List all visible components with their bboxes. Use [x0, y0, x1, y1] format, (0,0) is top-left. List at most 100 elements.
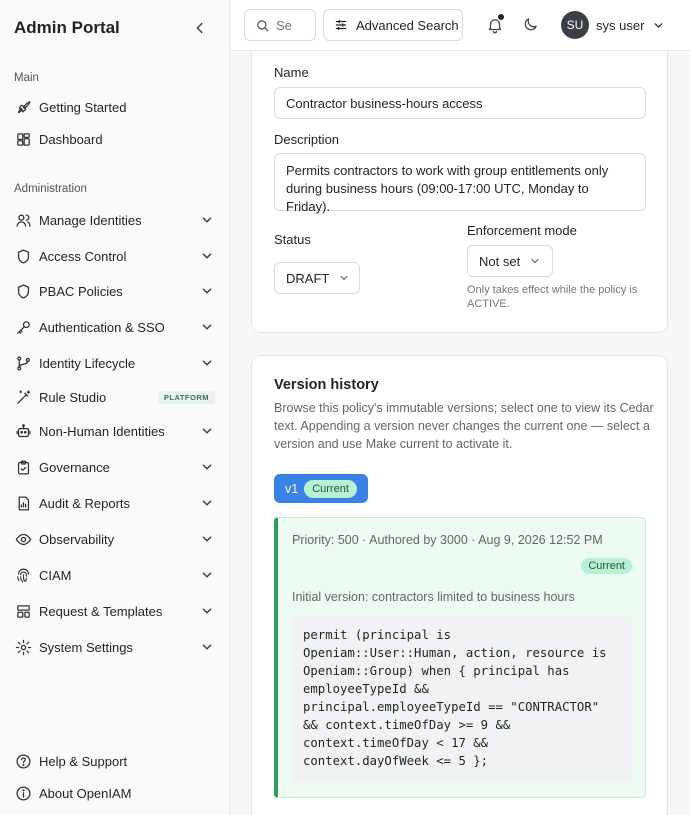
sidebar-item-observability[interactable]: Observability — [14, 525, 218, 553]
version-detail-panel: Priority: 500 · Authored by 3000 · Aug 9… — [274, 517, 646, 798]
sidebar-item-label: Manage Identities — [39, 212, 142, 228]
sidebar-item-label: Dashboard — [39, 131, 103, 147]
info-icon — [14, 784, 32, 802]
chevron-down-icon — [654, 22, 663, 28]
robot-icon — [14, 422, 32, 440]
status-select[interactable]: DRAFT — [274, 262, 360, 294]
search-icon — [257, 19, 269, 31]
sidebar-item-non-human-identities[interactable]: Non-Human Identities — [14, 417, 218, 445]
user-name: sys user — [596, 17, 645, 33]
sidebar-item-audit-reports[interactable]: Audit & Reports — [14, 489, 218, 517]
platform-badge: PLATFORM — [157, 390, 215, 404]
sidebar-item-manage-identities[interactable]: Manage Identities — [14, 206, 218, 234]
version-history-card: Version history Browse this policy's imm… — [251, 355, 668, 815]
sliders-icon — [335, 19, 347, 31]
rocket-icon — [14, 98, 32, 116]
sidebar-item-request-templates[interactable]: Request & Templates — [14, 597, 218, 625]
section-label-main: Main — [14, 72, 39, 84]
eye-icon — [14, 530, 32, 548]
sidebar-item-identity-lifecycle[interactable]: Identity Lifecycle — [14, 349, 218, 377]
collapse-sidebar-button[interactable] — [192, 20, 208, 36]
cedar-code-block: permit (principal is Openiam::User::Huma… — [292, 616, 632, 782]
current-badge: Current — [304, 479, 357, 498]
sidebar-item-access-control[interactable]: Access Control — [14, 242, 218, 270]
avatar: SU — [561, 11, 589, 39]
sidebar-item-label: Non-Human Identities — [39, 423, 165, 439]
status-value: DRAFT — [286, 270, 330, 286]
sidebar-item-label: Governance — [39, 459, 110, 475]
advanced-search-label: Advanced Search — [356, 17, 459, 33]
sidebar-item-label: System Settings — [39, 639, 133, 655]
sidebar-item-about[interactable]: About OpenIAM — [14, 779, 218, 807]
clipboard-check-icon — [14, 458, 32, 476]
sidebar-item-label: Request & Templates — [39, 603, 163, 619]
description-field[interactable]: Permits contractors to work with group e… — [274, 153, 646, 214]
sidebar-item-help-support[interactable]: Help & Support — [14, 747, 218, 775]
chevron-down-icon — [202, 644, 212, 650]
enforcement-mode-value: Not set — [479, 253, 521, 269]
status-badge: Current — [581, 558, 632, 574]
enforcement-mode-help: Only takes effect while the policy is AC… — [467, 284, 638, 310]
users-icon — [14, 211, 32, 229]
search-input[interactable] — [276, 17, 306, 33]
sidebar-item-label: Rule Studio — [39, 389, 107, 405]
sidebar: Admin Portal Main Getting Started Dashbo… — [0, 0, 230, 815]
sidebar-item-label: Observability — [39, 531, 115, 547]
chevron-down-icon — [202, 253, 212, 259]
topbar: Advanced Search SU sys user — [231, 0, 690, 51]
chevron-down-icon — [202, 464, 212, 470]
version-history-title: Version history — [274, 377, 379, 393]
shield-icon — [14, 247, 32, 265]
chevron-down-icon — [202, 217, 212, 223]
key-icon — [14, 318, 32, 336]
advanced-search-button[interactable]: Advanced Search — [323, 9, 463, 41]
sidebar-item-label: Identity Lifecycle — [39, 355, 136, 371]
sidebar-item-rule-studio[interactable]: Rule Studio PLATFORM — [14, 383, 218, 411]
version-comment: Initial version: contractors limited to … — [292, 590, 575, 604]
report-icon — [14, 494, 32, 512]
fingerprint-icon — [14, 566, 32, 584]
branch-icon — [14, 354, 32, 372]
sidebar-item-system-settings[interactable]: System Settings — [14, 633, 218, 661]
chevron-down-icon — [202, 536, 212, 542]
chevron-down-icon — [202, 500, 212, 506]
app-title: Admin Portal — [14, 18, 120, 37]
version-history-description: Browse this policy's immutable versions;… — [274, 401, 654, 451]
sidebar-item-authentication-sso[interactable]: Authentication & SSO — [14, 313, 218, 341]
sidebar-item-label: About OpenIAM — [39, 785, 132, 801]
section-label-administration: Administration — [14, 183, 87, 195]
notification-dot — [498, 14, 504, 20]
sidebar-item-dashboard[interactable]: Dashboard — [14, 125, 218, 153]
description-label: Description — [274, 132, 340, 147]
version-label: v1 — [285, 481, 299, 496]
enforcement-mode-label: Enforcement mode — [467, 223, 577, 238]
chevron-down-icon — [202, 288, 212, 294]
sidebar-item-ciam[interactable]: CIAM — [14, 561, 218, 589]
sidebar-item-label: CIAM — [39, 567, 72, 583]
notifications-button[interactable] — [486, 14, 504, 34]
main-content: Name Contractor business-hours access De… — [231, 51, 690, 815]
sidebar-item-pbac-policies[interactable]: PBAC Policies — [14, 277, 218, 305]
sidebar-item-label: Audit & Reports — [39, 495, 131, 511]
moon-icon — [524, 18, 537, 31]
version-button-v1[interactable]: v1 Current — [274, 474, 368, 503]
chevron-down-icon — [202, 608, 212, 614]
search-box[interactable] — [244, 9, 316, 41]
chevron-left-icon — [196, 22, 203, 34]
sidebar-item-label: Access Control — [39, 248, 127, 264]
chevron-down-icon — [340, 275, 348, 281]
chevron-down-icon — [531, 258, 539, 264]
sidebar-item-governance[interactable]: Governance — [14, 453, 218, 481]
theme-toggle-button[interactable] — [522, 16, 539, 33]
sidebar-item-label: Getting Started — [39, 99, 127, 115]
sidebar-item-label: Help & Support — [39, 753, 128, 769]
chevron-down-icon — [202, 360, 212, 366]
version-meta: Priority: 500 · Authored by 3000 · Aug 9… — [292, 533, 603, 547]
template-icon — [14, 602, 32, 620]
enforcement-mode-select[interactable]: Not set — [467, 245, 553, 277]
wand-icon — [14, 388, 32, 406]
sidebar-item-getting-started[interactable]: Getting Started — [14, 93, 218, 121]
name-field[interactable]: Contractor business-hours access — [274, 87, 646, 119]
policy-details-card: Name Contractor business-hours access De… — [251, 51, 668, 333]
user-menu[interactable]: SU sys user — [561, 11, 665, 39]
